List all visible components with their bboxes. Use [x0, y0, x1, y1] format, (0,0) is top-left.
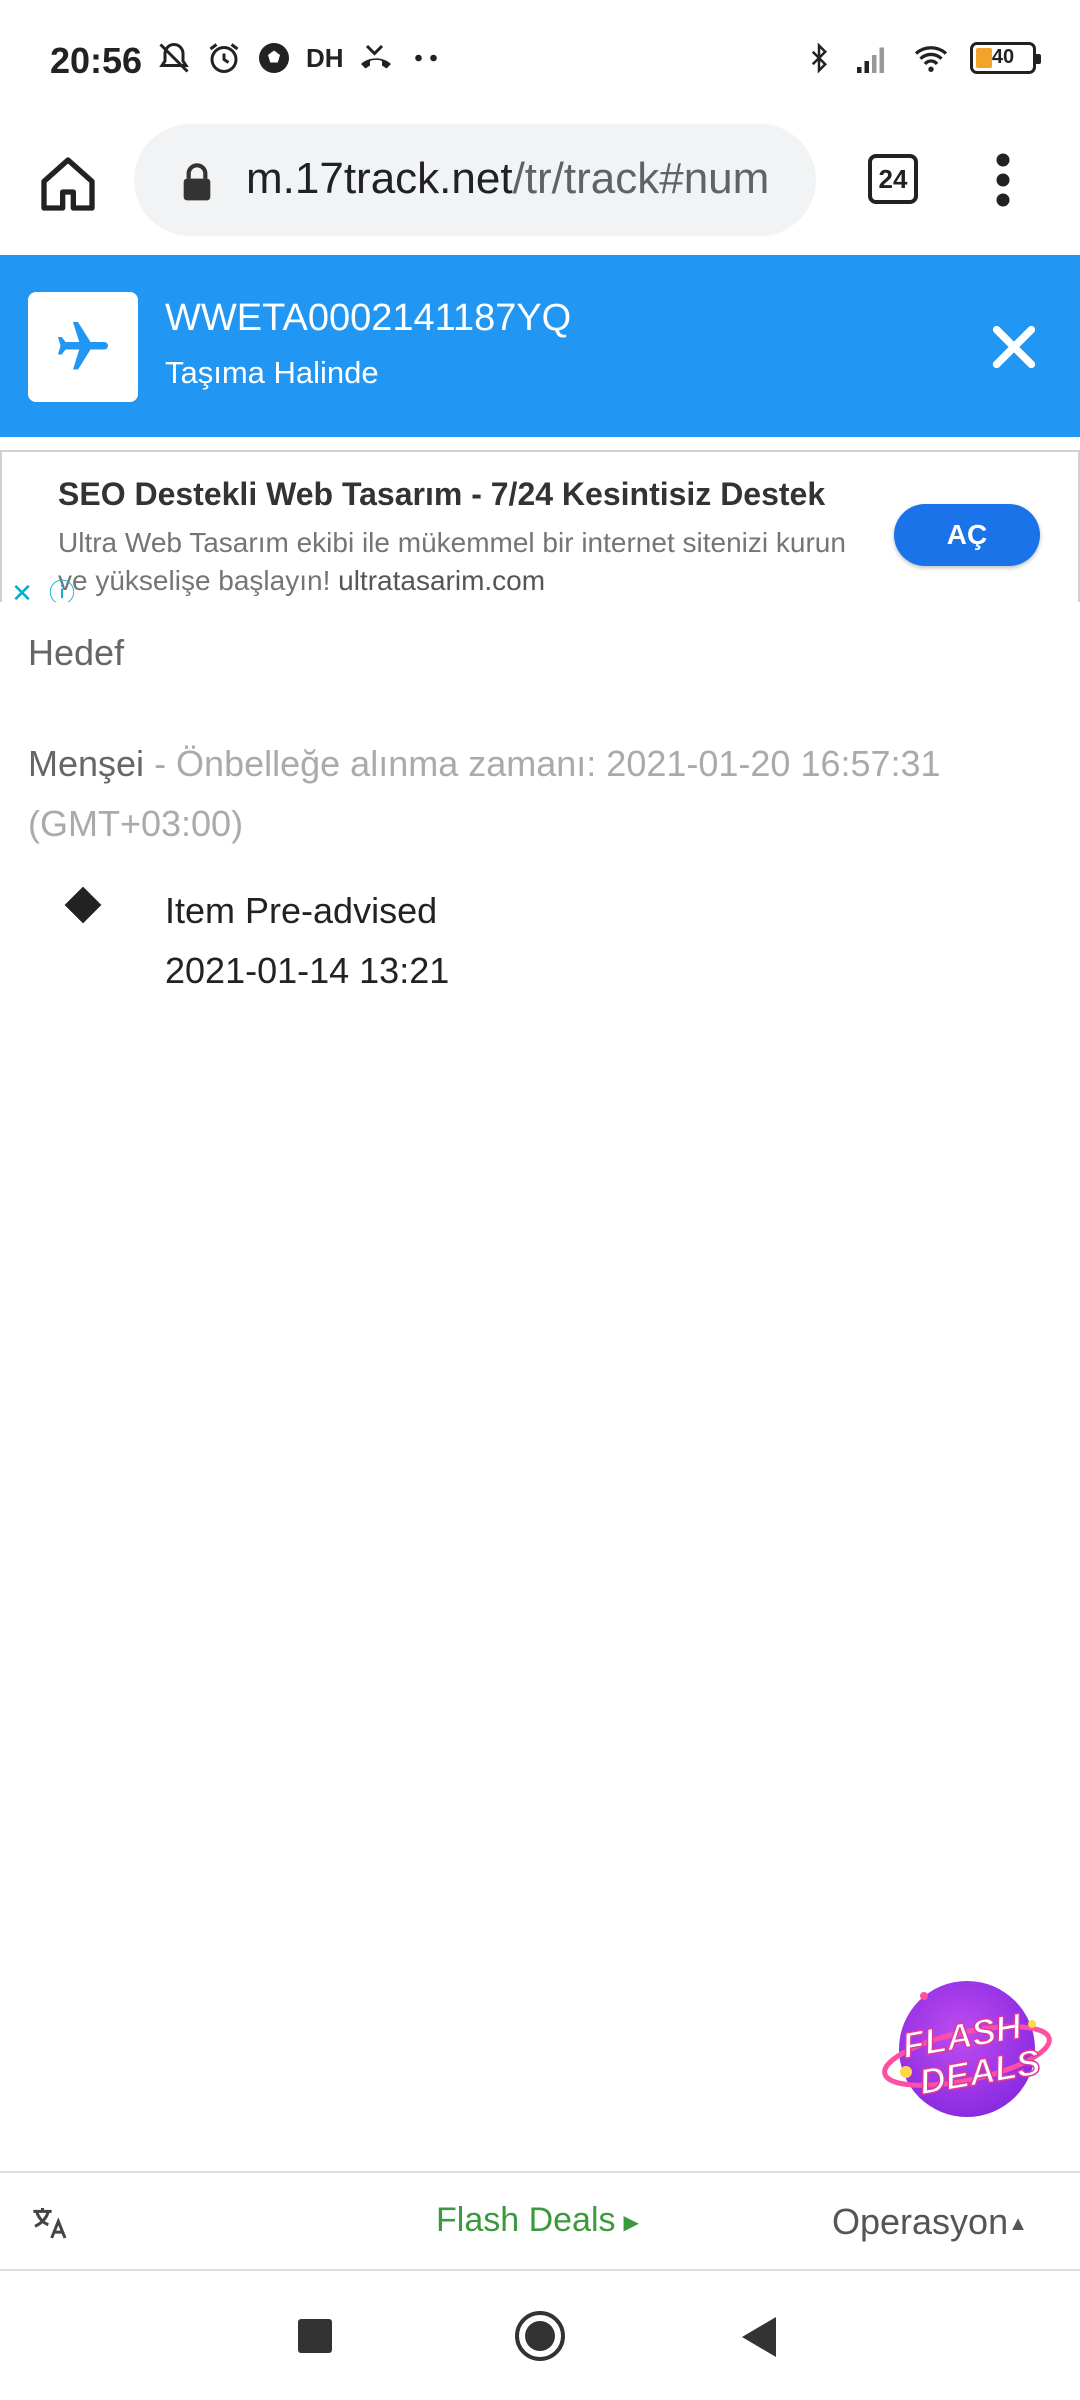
bluetooth-icon: [811, 42, 828, 74]
battery-icon: 40: [970, 42, 1041, 74]
ad-open-button[interactable]: AÇ: [894, 504, 1040, 566]
missed-call-icon: [360, 44, 391, 69]
event-time: 2021-01-14 13:21: [165, 950, 450, 991]
status-system-icons: 40: [804, 40, 1041, 76]
alarm-icon: [209, 43, 239, 73]
operations-label: Operasyon: [832, 2201, 1009, 2242]
ad-description: Ultra Web Tasarım ekibi ile mükemmel bir…: [58, 524, 848, 600]
shipment-status: Taşıma Halinde: [165, 355, 379, 390]
flash-deals-label: Flash Deals: [436, 2201, 616, 2239]
signal-icon: [857, 47, 884, 73]
more-menu-icon[interactable]: [986, 150, 1020, 210]
tab-switcher-button[interactable]: 24: [868, 154, 918, 204]
browser-toolbar: m.17track.net/tr/track#num 24: [0, 120, 1080, 254]
event-diamond-icon: [64, 886, 102, 924]
airplane-icon: [58, 322, 108, 370]
origin-label: Menşei: [28, 743, 145, 784]
more-dots-icon: [414, 54, 437, 62]
play-arrow-icon: ▶: [623, 2211, 639, 2234]
operations-menu[interactable]: Operasyon▲: [832, 2201, 1028, 2243]
url-text[interactable]: m.17track.net/tr/track#num: [246, 154, 794, 204]
ad-choices[interactable]: ✕ ⓘ: [2, 580, 90, 602]
caret-up-icon: ▲: [1008, 2212, 1028, 2235]
status-bar: 20:56 DH 40: [0, 0, 1080, 120]
close-icon[interactable]: [988, 321, 1040, 373]
home-circle-icon[interactable]: [515, 2311, 565, 2361]
ad-domain: ultratasarim.com: [338, 565, 546, 596]
status-time: 20:56: [50, 40, 143, 81]
home-icon[interactable]: [36, 152, 100, 216]
flash-deals-badge[interactable]: FLASH DEALS: [882, 1974, 1052, 2124]
flash-deals-link[interactable]: Flash Deals ▶: [436, 2201, 639, 2240]
battery-level: 40: [991, 46, 1015, 68]
back-triangle-icon[interactable]: [742, 2317, 776, 2357]
system-nav-bar: [0, 2273, 1080, 2400]
football-icon: [259, 43, 289, 73]
origin-line: Menşei - Önbelleğe alınma zamanı: 2021-0…: [28, 734, 1048, 854]
recent-apps-icon[interactable]: [298, 2319, 332, 2353]
url-host: m.17track.net: [246, 154, 513, 203]
status-dh-label: DH: [306, 42, 344, 73]
cache-time-text: - Önbelleğe alınma zamanı: 2021-01-20 16…: [28, 743, 941, 844]
url-path: /tr/track#num: [512, 154, 770, 203]
carrier-type-badge: [28, 292, 138, 402]
shipment-header: WWETA0002141187YQ Taşıma Halinde: [0, 255, 1080, 437]
lock-icon: [183, 163, 211, 201]
destination-label: Hedef: [28, 632, 125, 673]
translate-icon[interactable]: [30, 2203, 70, 2243]
ad-banner[interactable]: SEO Destekli Web Tasarım - 7/24 Kesintis…: [0, 450, 1080, 602]
tracking-number: WWETA0002141187YQ: [165, 297, 572, 339]
event-title: Item Pre-advised: [165, 890, 438, 931]
address-bar[interactable]: m.17track.net/tr/track#num: [134, 124, 816, 236]
ad-title[interactable]: SEO Destekli Web Tasarım - 7/24 Kesintis…: [58, 476, 825, 513]
wifi-icon: [914, 46, 948, 72]
ad-close-icon[interactable]: ✕: [2, 580, 42, 602]
ad-info-icon[interactable]: ⓘ: [42, 580, 82, 602]
status-notification-icons: DH: [156, 40, 444, 76]
bottom-toolbar: Flash Deals ▶ Operasyon▲: [0, 2171, 1080, 2271]
muted-bell-icon: [159, 42, 189, 73]
